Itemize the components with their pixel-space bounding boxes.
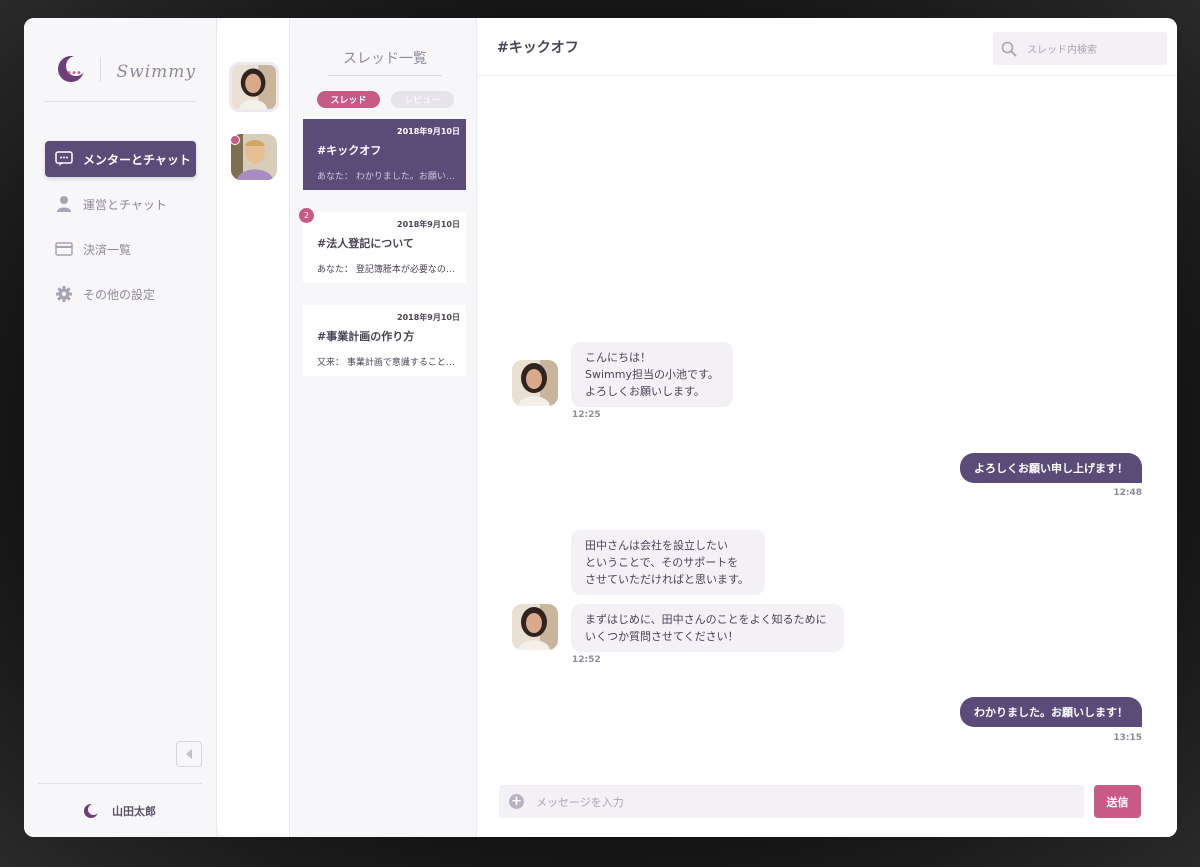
thread-date: 2018年9月10日 [397, 313, 460, 322]
thread-list-title: スレッド一覧 [328, 48, 442, 76]
thread-title: #キックオフ [317, 144, 382, 157]
message-list: こんにちは！ Swimmy担当の小池です。 よろしくお願いします。 12:25 … [477, 77, 1177, 777]
thread-date: 2018年9月10日 [397, 220, 460, 229]
message-line: させていただければと思います。 [585, 573, 749, 586]
send-button[interactable]: 送信 [1094, 785, 1141, 818]
user-profile[interactable]: 山田太郎 [38, 783, 202, 837]
message-line: いくつか質問させてください！ [585, 630, 739, 643]
thread-item[interactable]: 2 2018年9月10日 #法人登記について あなた： 登記簿謄本が必要なのです… [299, 208, 466, 283]
message-bubble-outgoing: よろしくお願い申し上げます！ [960, 453, 1142, 483]
message-time: 12:52 [572, 655, 601, 665]
thread-list: スレッド一覧 スレッド レビュー 2018年9月10日 #キックオフ あなた： … [290, 18, 477, 837]
logo-divider [99, 58, 101, 82]
chat-panel: #キックオフ スレッド内検索 こんにちは！ Swimmy担当の小池です。 よろし… [477, 18, 1177, 837]
chevron-left-icon [186, 749, 192, 759]
message-line: ということで、そのサポートを [585, 556, 739, 569]
mentor-avatar[interactable] [229, 62, 279, 112]
message-bubble-incoming: まずはじめに、田中さんのことをよく知るために いくつか質問させてください！ [571, 604, 844, 652]
sidebar-item-payments[interactable]: 決済一覧 [45, 231, 196, 267]
thread-item[interactable]: 2018年9月10日 #事業計画の作り方 又来： 事業計画で意識することは？ [303, 305, 466, 376]
credit-card-icon [55, 240, 73, 258]
app-window: ••• Swimmy メンターとチャット 運営とチャット 決済一覧 その他の設定… [24, 18, 1177, 837]
sidebar-item-label: メンターとチャット [83, 152, 191, 167]
message-time: 12:25 [572, 410, 601, 420]
logo: ••• Swimmy [44, 56, 196, 102]
message-line: Swimmy担当の小池です。 [585, 368, 719, 381]
message-input[interactable]: + メッセージを入力 [499, 785, 1084, 818]
mentor-avatar-list [217, 18, 290, 837]
message-line: よろしくお願いします。 [585, 385, 705, 398]
chat-title: #キックオフ [497, 39, 579, 56]
plus-icon[interactable]: + [509, 794, 524, 809]
logo-mark-icon: ••• [58, 56, 86, 82]
unread-dot [230, 135, 240, 145]
mentor-avatar [512, 604, 558, 650]
sidebar-item-label: 決済一覧 [83, 242, 132, 257]
chat-header: #キックオフ スレッド内検索 [477, 18, 1177, 76]
thread-preview: あなた： 登記簿謄本が必要なのですか？ [317, 265, 460, 275]
tab-reviews[interactable]: レビュー [391, 91, 454, 108]
message-line: 田中さんは会社を設立したい [585, 539, 728, 552]
message-bubble-incoming: 田中さんは会社を設立したい ということで、そのサポートを させていただければと思… [571, 530, 765, 595]
thread-title: #事業計画の作り方 [317, 330, 415, 343]
thread-tabs: スレッド レビュー [317, 91, 454, 108]
thread-date: 2018年9月10日 [397, 127, 460, 136]
thread-item[interactable]: 2018年9月10日 #キックオフ あなた： わかりました。お願いします！ [303, 119, 466, 190]
gear-icon [55, 285, 73, 303]
message-time: 12:48 [1113, 488, 1142, 498]
tab-threads[interactable]: スレッド [317, 91, 380, 108]
user-name: 山田太郎 [112, 804, 156, 818]
message-placeholder: メッセージを入力 [536, 795, 624, 809]
user-avatar-icon [84, 803, 99, 818]
sidebar-nav: メンターとチャット 運営とチャット 決済一覧 その他の設定 [45, 141, 196, 321]
sidebar-item-label: その他の設定 [83, 287, 156, 302]
mentor-avatar [512, 360, 558, 406]
thread-preview: あなた： わかりました。お願いします！ [317, 172, 460, 182]
collapse-sidebar-button[interactable] [176, 741, 202, 767]
person-icon [55, 195, 73, 213]
logo-text: Swimmy [116, 62, 196, 82]
unread-count-badge: 2 [299, 208, 314, 223]
message-bubble-outgoing: わかりました。お願いします！ [960, 697, 1142, 727]
message-line: こんにちは！ [585, 351, 651, 364]
search-placeholder: スレッド内検索 [1027, 45, 1097, 56]
thread-preview: 又来： 事業計画で意識することは？ [317, 358, 460, 368]
sidebar-item-mentor-chat[interactable]: メンターとチャット [45, 141, 196, 177]
sidebar: ••• Swimmy メンターとチャット 運営とチャット 決済一覧 その他の設定… [24, 18, 217, 837]
chat-bubble-icon [55, 150, 73, 168]
sidebar-item-admin-chat[interactable]: 運営とチャット [45, 186, 196, 222]
sidebar-item-label: 運営とチャット [83, 197, 167, 212]
thread-search-input[interactable]: スレッド内検索 [993, 32, 1167, 65]
search-icon [1001, 41, 1017, 57]
message-time: 13:15 [1113, 733, 1142, 743]
sidebar-item-settings[interactable]: その他の設定 [45, 276, 196, 312]
thread-title: #法人登記について [317, 237, 414, 250]
message-line: まずはじめに、田中さんのことをよく知るために [585, 613, 827, 626]
message-bubble-incoming: こんにちは！ Swimmy担当の小池です。 よろしくお願いします。 [571, 342, 733, 407]
